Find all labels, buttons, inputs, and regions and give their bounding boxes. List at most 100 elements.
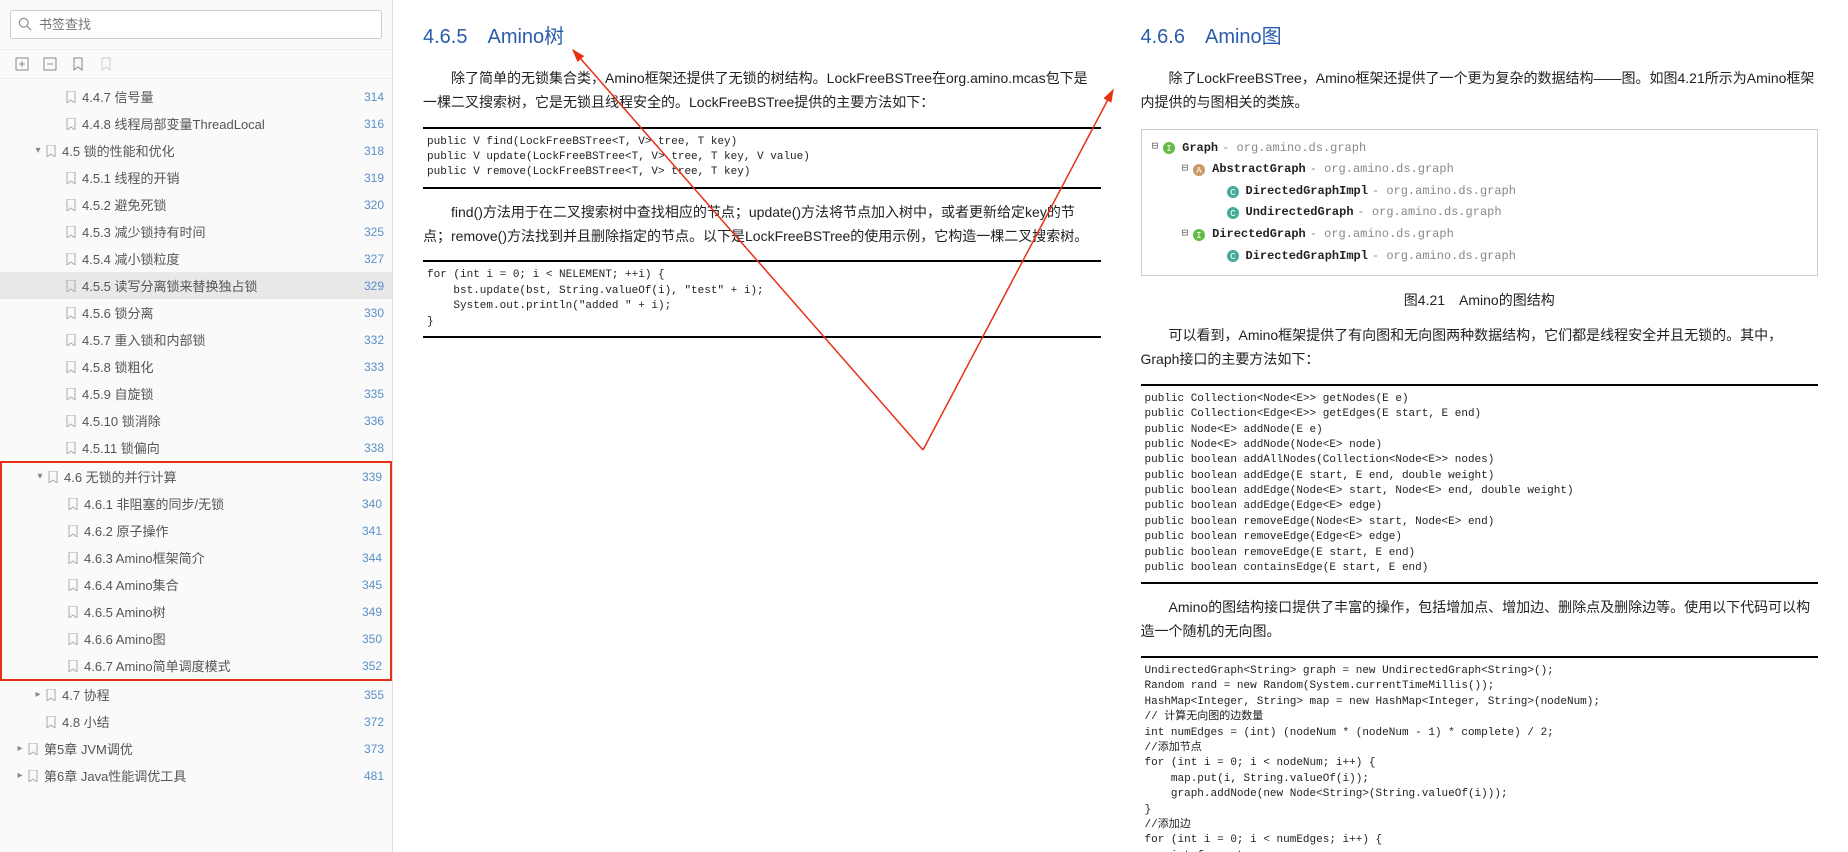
toc-item[interactable]: ▾4.5 锁的性能和优化318 [0, 137, 392, 164]
toc-item[interactable]: 4.8 小结372 [0, 708, 392, 735]
toc-item-page: 355 [364, 688, 384, 702]
toc-item[interactable]: 4.5.4 减小锁粒度327 [0, 245, 392, 272]
bookmark-remove-icon[interactable] [98, 56, 114, 72]
package-name: - org.amino.ds.graph [1358, 202, 1502, 224]
svg-text:C: C [1230, 252, 1236, 262]
search-bar [0, 0, 392, 50]
bookmark-icon [66, 334, 76, 346]
toc-item[interactable]: 4.6.6 Amino图350 [2, 625, 390, 652]
bookmark-icon [66, 253, 76, 265]
toc-item-page: 327 [364, 252, 384, 266]
toc-item[interactable]: 4.5.3 减少锁持有时间325 [0, 218, 392, 245]
toc-item[interactable]: 4.5.8 锁粗化333 [0, 353, 392, 380]
toc-item[interactable]: ▾4.6 无锁的并行计算339 [2, 463, 390, 490]
bookmark-icon [68, 633, 78, 645]
expand-toggle-icon[interactable]: ▸ [32, 689, 44, 700]
expand-toggle-icon[interactable]: ▸ [14, 743, 26, 754]
toc-item-page: 373 [364, 742, 384, 756]
toc-item-page: 332 [364, 333, 384, 347]
bookmark-add-icon[interactable] [70, 56, 86, 72]
search-icon [18, 17, 32, 31]
toc-item-label: 4.6.7 Amino简单调度模式 [84, 656, 356, 675]
class-name: Graph [1182, 138, 1218, 160]
bookmark-icon [68, 606, 78, 618]
toc-item[interactable]: 4.4.7 信号量314 [0, 83, 392, 110]
expand-all-icon[interactable] [14, 56, 30, 72]
toc-item[interactable]: 4.5.11 锁偏向338 [0, 434, 392, 461]
toc-item-label: 4.5.5 读写分离锁来替换独占锁 [82, 276, 358, 295]
toc-item[interactable]: 4.5.1 线程的开销319 [0, 164, 392, 191]
tree-expand-icon: ⊟ [1152, 138, 1159, 158]
toc-item-label: 第6章 Java性能调优工具 [44, 766, 358, 785]
toc-item[interactable]: ▸第6章 Java性能调优工具481 [0, 762, 392, 789]
toc-item-label: 4.4.7 信号量 [82, 87, 358, 106]
table-of-contents[interactable]: 4.4.7 信号量3144.4.8 线程局部变量ThreadLocal316▾4… [0, 79, 392, 852]
toc-item[interactable]: 4.6.5 Amino树349 [2, 598, 390, 625]
toc-item[interactable]: 4.6.4 Amino集合345 [2, 571, 390, 598]
bookmark-icon [28, 743, 38, 755]
toc-item-label: 4.6.4 Amino集合 [84, 575, 356, 594]
bookmark-icon [46, 716, 56, 728]
toc-item-label: 4.7 协程 [62, 685, 358, 704]
type-icon: C [1226, 249, 1240, 263]
toc-item[interactable]: 4.6.7 Amino简单调度模式352 [2, 652, 390, 679]
toc-item-page: 330 [364, 306, 384, 320]
bookmark-icon [66, 91, 76, 103]
bookmark-icon [66, 280, 76, 292]
toc-item[interactable]: 4.6.3 Amino框架简介 344 [2, 544, 390, 571]
package-name: - org.amino.ds.graph [1222, 138, 1366, 160]
toc-item-label: 4.5.6 锁分离 [82, 303, 358, 322]
package-name: - org.amino.ds.graph [1372, 181, 1516, 203]
class-name: DirectedGraph [1212, 224, 1306, 246]
toc-item[interactable]: 4.5.9 自旋锁335 [0, 380, 392, 407]
bookmark-icon [68, 525, 78, 537]
toc-item-label: 4.4.8 线程局部变量ThreadLocal [82, 114, 358, 133]
bookmark-icon [68, 498, 78, 510]
type-icon: I [1192, 228, 1206, 242]
bookmark-icon [66, 172, 76, 184]
toc-item[interactable]: ▸ 4.7 协程 355 [0, 681, 392, 708]
code-block: for (int i = 0; i < NELEMENT; ++i) { bst… [423, 260, 1101, 338]
package-name: - org.amino.ds.graph [1310, 159, 1454, 181]
bookmark-icon [66, 118, 76, 130]
package-name: - org.amino.ds.graph [1310, 224, 1454, 246]
toc-item-label: 4.5.7 重入锁和内部锁 [82, 330, 358, 349]
expand-toggle-icon[interactable]: ▾ [32, 145, 44, 156]
toc-item[interactable]: 4.5.5 读写分离锁来替换独占锁329 [0, 272, 392, 299]
toc-item[interactable]: 4.6.2 原子操作341 [2, 517, 390, 544]
bookmark-icon [66, 199, 76, 211]
toc-item[interactable]: ▸ 第5章 JVM调优 373 [0, 735, 392, 762]
toc-item[interactable]: 4.5.2 避免死锁320 [0, 191, 392, 218]
expand-toggle-icon[interactable]: ▾ [34, 471, 46, 482]
tree-expand-icon: ⊟ [1182, 225, 1189, 245]
code-block: public V find(LockFreeBSTree<T, V> tree,… [423, 127, 1101, 189]
class-tree-row: ⊟IGraph - org.amino.ds.graph [1152, 138, 1808, 160]
class-name: UndirectedGraph [1246, 202, 1354, 224]
toc-item[interactable]: 4.4.8 线程局部变量ThreadLocal316 [0, 110, 392, 137]
toc-item-page: 333 [364, 360, 384, 374]
bookmark-icon [68, 660, 78, 672]
toc-item-label: 4.5.11 锁偏向 [82, 438, 358, 457]
class-tree-row: CDirectedGraphImpl - org.amino.ds.graph [1152, 246, 1808, 268]
toc-item-page: 344 [362, 551, 382, 565]
collapse-all-icon[interactable] [42, 56, 58, 72]
bookmark-icon [48, 471, 58, 483]
bookmark-icon [68, 579, 78, 591]
paragraph: Amino的图结构接口提供了丰富的操作，包括增加点、增加边、删除点及删除边等。使… [1141, 596, 1819, 644]
tree-expand-icon: ⊟ [1182, 160, 1189, 180]
toc-item-page: 335 [364, 387, 384, 401]
toc-item-label: 4.6.3 Amino框架简介 [84, 548, 356, 567]
toc-item[interactable]: 4.5.7 重入锁和内部锁 332 [0, 326, 392, 353]
toc-item-label: 第5章 JVM调优 [44, 739, 358, 758]
type-icon: C [1226, 206, 1240, 220]
toc-item-page: 325 [364, 225, 384, 239]
search-input[interactable] [10, 10, 382, 39]
bookmark-icon [66, 361, 76, 373]
code-block: UndirectedGraph<String> graph = new Undi… [1141, 656, 1819, 852]
toc-item[interactable]: 4.5.10 锁消除336 [0, 407, 392, 434]
class-tree-row: CDirectedGraphImpl - org.amino.ds.graph [1152, 181, 1808, 203]
toc-item[interactable]: 4.6.1 非阻塞的同步/无锁340 [2, 490, 390, 517]
section-heading: 4.6.6 Amino图 [1141, 20, 1819, 49]
expand-toggle-icon[interactable]: ▸ [14, 770, 26, 781]
toc-item[interactable]: 4.5.6 锁分离 330 [0, 299, 392, 326]
